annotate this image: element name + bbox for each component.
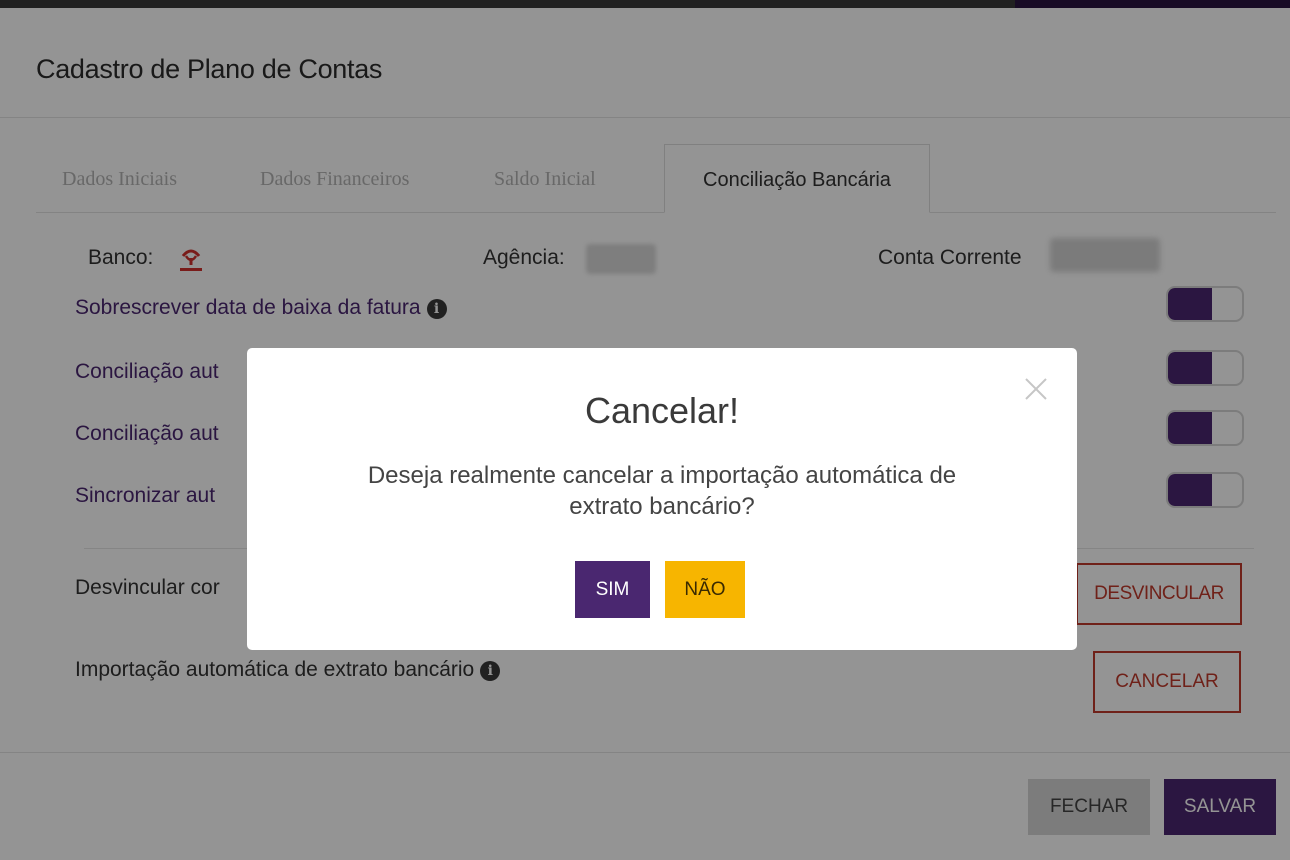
no-button[interactable]: NÃO [665, 561, 745, 618]
modal-message: Deseja realmente cancelar a importação a… [287, 460, 1037, 522]
modal-message-line2: extrato bancário? [569, 493, 755, 520]
modal-message-line1: Deseja realmente cancelar a importação a… [367, 462, 957, 489]
yes-button[interactable]: SIM [575, 561, 650, 618]
confirm-modal: Cancelar! Deseja realmente cancelar a im… [247, 348, 1077, 650]
modal-title: Cancelar! [584, 390, 740, 431]
